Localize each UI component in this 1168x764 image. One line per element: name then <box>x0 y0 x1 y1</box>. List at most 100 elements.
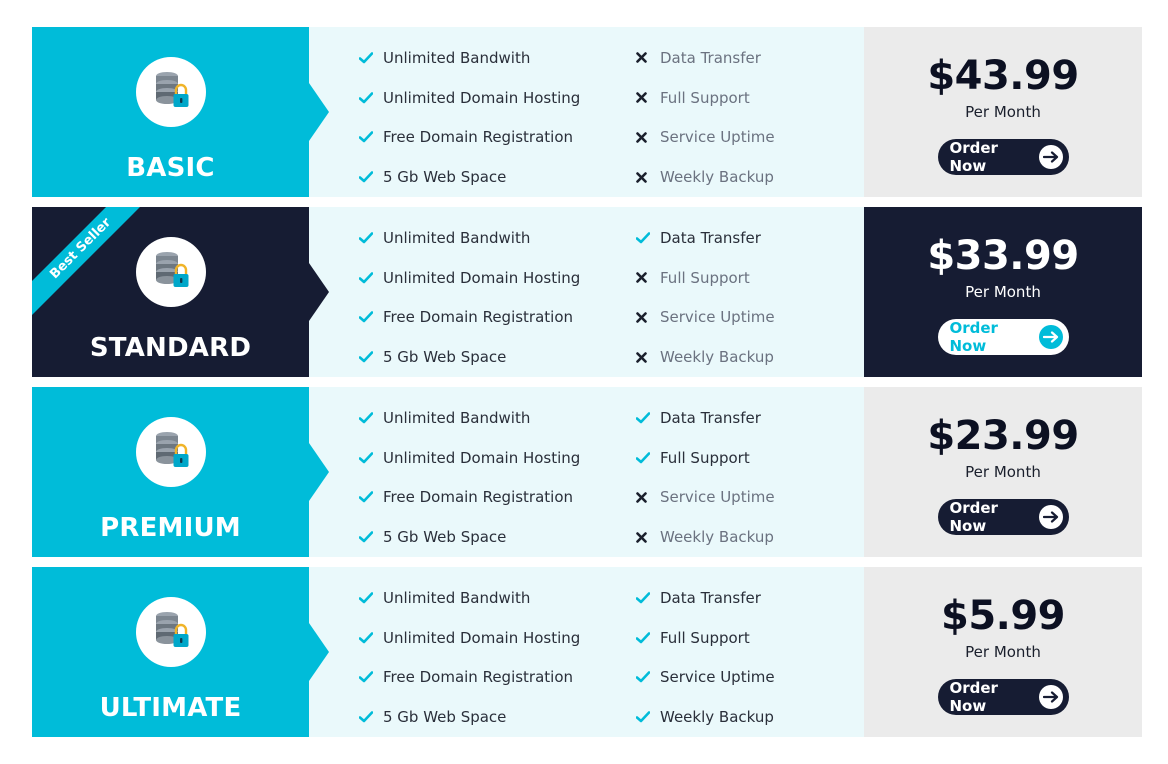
feature-item: Unlimited Bandwith <box>359 578 636 618</box>
plan-icon-circle <box>135 597 206 667</box>
plan-header: BASIC <box>32 27 329 197</box>
feature-label: Data Transfer <box>660 588 761 607</box>
badge-ribbon: Best Seller <box>32 207 142 317</box>
cross-icon <box>636 492 660 503</box>
feature-item: Service Uptime <box>636 298 864 338</box>
order-now-label: Order Now <box>949 499 998 535</box>
best-seller-badge: Best Seller <box>32 207 142 317</box>
feature-label: Unlimited Domain Hosting <box>383 268 581 287</box>
features-panel: Unlimited Bandwith Unlimited Domain Hosti… <box>309 27 864 197</box>
plan-header: Best Seller STANDARD <box>32 207 329 377</box>
price-period: Per Month <box>965 643 1041 661</box>
check-icon <box>359 171 383 183</box>
feature-item: 5 Gb Web Space <box>359 157 636 197</box>
feature-label: Data Transfer <box>660 48 761 67</box>
feature-item: Full Support <box>636 258 864 298</box>
plan-name: PREMIUM <box>100 513 241 543</box>
arrow-right-icon <box>1038 325 1063 349</box>
check-icon <box>636 412 660 424</box>
price-amount: $33.99 <box>927 233 1079 279</box>
features-column: Unlimited Bandwith Unlimited Domain Hosti… <box>359 387 636 557</box>
database-lock-icon <box>152 430 190 475</box>
feature-label: Unlimited Bandwith <box>383 408 531 427</box>
plan-header: ULTIMATE <box>32 567 329 737</box>
check-icon <box>359 91 383 104</box>
database-lock-icon <box>152 610 190 655</box>
check-icon <box>359 52 383 64</box>
order-now-button[interactable]: Order Now <box>937 499 1069 535</box>
plan-name: STANDARD <box>89 333 252 363</box>
check-icon <box>359 351 383 363</box>
features-panel: Unlimited Bandwith Unlimited Domain Hosti… <box>309 387 864 557</box>
feature-label: Weekly Backup <box>660 708 774 727</box>
price-panel: $43.99 Per Month Order Now <box>864 27 1142 197</box>
plan-name: BASIC <box>126 153 215 183</box>
feature-label: Full Support <box>660 268 750 287</box>
feature-label: Full Support <box>660 628 750 647</box>
feature-label: Full Support <box>660 448 750 467</box>
order-now-label: Order Now <box>949 679 998 715</box>
feature-label: Free Domain Registration <box>383 128 574 147</box>
features-column: Data Transfer Full Support Service Uptime W… <box>636 387 864 557</box>
plan-header: PREMIUM <box>32 387 329 557</box>
database-lock-icon <box>152 250 190 295</box>
feature-label: Service Uptime <box>660 128 775 147</box>
feature-label: 5 Gb Web Space <box>383 348 507 367</box>
features-panel: Unlimited Bandwith Unlimited Domain Hosti… <box>309 207 864 377</box>
order-now-button[interactable]: Order Now <box>937 679 1069 715</box>
check-icon <box>359 671 383 683</box>
features-column: Data Transfer Full Support Service Uptime W… <box>636 27 864 197</box>
feature-item: Weekly Backup <box>636 157 864 197</box>
plan-icon-circle <box>135 237 206 307</box>
check-icon <box>359 232 383 244</box>
price-panel: $23.99 Per Month Order Now <box>864 387 1142 557</box>
check-icon <box>359 531 383 543</box>
check-icon <box>359 631 383 644</box>
plan-name: ULTIMATE <box>99 693 242 723</box>
check-icon <box>359 592 383 604</box>
feature-label: Data Transfer <box>660 228 761 247</box>
cross-icon <box>636 52 660 64</box>
features-column: Unlimited Bandwith Unlimited Domain Hosti… <box>359 207 636 377</box>
price-amount: $5.99 <box>940 593 1066 639</box>
cross-icon <box>636 171 660 183</box>
price-panel: $33.99 Per Month Order Now <box>864 207 1142 377</box>
price-panel: $5.99 Per Month Order Now <box>864 567 1142 737</box>
feature-label: Full Support <box>660 88 750 107</box>
feature-label: Free Domain Registration <box>383 488 574 507</box>
feature-item: Unlimited Bandwith <box>359 218 636 258</box>
check-icon <box>636 711 660 723</box>
feature-label: Service Uptime <box>660 308 775 327</box>
feature-item: 5 Gb Web Space <box>359 337 636 377</box>
feature-item: Service Uptime <box>636 478 864 518</box>
check-icon <box>636 631 660 644</box>
feature-item: Full Support <box>636 618 864 658</box>
check-icon <box>359 412 383 424</box>
arrow-right-icon <box>1038 145 1063 169</box>
order-now-label: Order Now <box>949 139 998 175</box>
feature-item: Weekly Backup <box>636 697 864 737</box>
feature-item: Data Transfer <box>636 218 864 258</box>
feature-item: Free Domain Registration <box>359 118 636 158</box>
price-period: Per Month <box>965 103 1041 121</box>
cross-icon <box>636 92 660 103</box>
feature-label: 5 Gb Web Space <box>383 708 507 727</box>
features-panel: Unlimited Bandwith Unlimited Domain Hosti… <box>309 567 864 737</box>
price-amount: $23.99 <box>927 413 1079 459</box>
plan-row-basic: BASIC Unlimited Bandwith Unlimited Domain … <box>32 27 1142 197</box>
feature-label: Unlimited Domain Hosting <box>383 628 581 647</box>
arrow-right-icon <box>1038 685 1063 709</box>
check-icon <box>359 131 383 143</box>
pricing-table: BASIC Unlimited Bandwith Unlimited Domain … <box>32 27 1142 747</box>
feature-item: Unlimited Domain Hosting <box>359 438 636 478</box>
feature-item: Data Transfer <box>636 398 864 438</box>
feature-label: Weekly Backup <box>660 168 774 187</box>
order-now-button[interactable]: Order Now <box>937 319 1069 355</box>
check-icon <box>359 271 383 284</box>
features-column: Unlimited Bandwith Unlimited Domain Hosti… <box>359 27 636 197</box>
plan-row-standard: Best Seller STANDARD Unlimited Bandwith Unl… <box>32 207 1142 377</box>
order-now-button[interactable]: Order Now <box>937 139 1069 175</box>
feature-label: Unlimited Domain Hosting <box>383 448 581 467</box>
feature-label: Service Uptime <box>660 488 775 507</box>
check-icon <box>359 711 383 723</box>
